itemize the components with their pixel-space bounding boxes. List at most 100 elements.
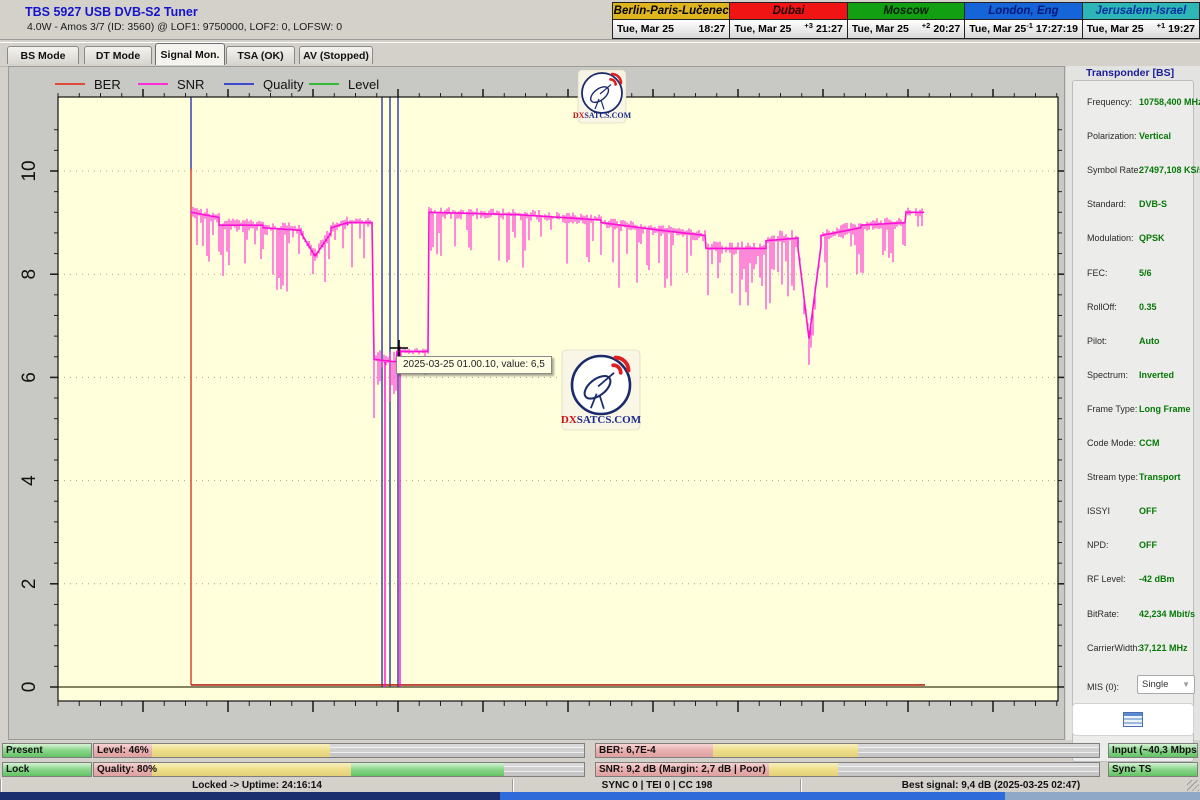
bar-segment-yellow xyxy=(152,744,330,757)
bar-segment-yellow xyxy=(152,763,351,776)
statusbar-cell: Best signal: 9,4 dB (2025-03-25 02:47) xyxy=(800,779,1181,792)
clock-time-row: Tue, Mar 25+220:27 xyxy=(848,20,964,38)
tab-dt-mode[interactable]: DT Mode xyxy=(84,46,152,64)
clock-city-label: Moscow xyxy=(848,3,964,20)
indicator-present: Present xyxy=(2,743,92,758)
clock-berlin-paris-lu-enec: Berlin-Paris-LučenecTue, Mar 2518:27 xyxy=(613,3,730,38)
transponder-field-label: NPD: xyxy=(1087,540,1109,550)
clock-date: Tue, Mar 25 xyxy=(1087,23,1157,35)
svg-text:8: 8 xyxy=(19,269,40,280)
transponder-field-label: Standard: xyxy=(1087,199,1126,209)
legend-item-snr: SNR xyxy=(138,75,204,93)
transponder-field-value: OFF xyxy=(1139,506,1157,516)
tab-signal-mon-[interactable]: Signal Mon. xyxy=(155,43,225,65)
transponder-field-value: CCM xyxy=(1139,438,1160,448)
mis-label: MIS (0): xyxy=(1087,682,1119,692)
transponder-field-label: RollOff: xyxy=(1087,302,1117,312)
window-title: TBS 5927 USB DVB-S2 Tuner xyxy=(25,5,198,19)
signal-monitor-chart-panel: 0246810DXSATCS.COMDXSATCS.COM BERSNRQual… xyxy=(8,66,1065,740)
bar-label: Lock xyxy=(6,763,29,776)
tab-tsa-ok-[interactable]: TSA (OK) xyxy=(226,46,295,64)
chart-tooltip: 2025-03-25 01.00.10, value: 6,5 xyxy=(396,356,552,374)
clock-time: 17:27:19 xyxy=(1036,23,1078,35)
transponder-field-value: 27497,108 KS/s xyxy=(1139,165,1200,175)
clock-city-label: Berlin-Paris-Lučenec xyxy=(613,3,729,20)
clock-city-label: London, Eng xyxy=(965,3,1081,20)
signal-chart: 0246810DXSATCS.COMDXSATCS.COM xyxy=(9,67,1064,739)
transponder-field-label: Pilot: xyxy=(1087,336,1107,346)
resize-grip-icon[interactable] xyxy=(1187,780,1199,791)
legend-line-swatch xyxy=(224,83,254,85)
mis-dropdown[interactable]: Single ▼ xyxy=(1137,675,1195,694)
taskbar-segment xyxy=(500,792,1005,800)
tuner-subtitle: 4.0W - Amos 3/7 (ID: 3560) @ LOF1: 97500… xyxy=(27,21,342,33)
tab-av-stopped-[interactable]: AV (Stopped) xyxy=(299,46,373,64)
status-bar: Locked -> Uptime: 24:16:14SYNC 0 | TEI 0… xyxy=(0,779,1200,792)
bar-label: SNR: 9,2 dB (Margin: 2,7 dB | Poor) xyxy=(599,763,766,776)
bar-segment-yellow xyxy=(713,744,858,757)
transponder-field-label: Code Mode: xyxy=(1087,438,1136,448)
legend-label: BER xyxy=(94,77,121,92)
clock-utc-offset: +2 xyxy=(922,21,931,30)
bar-segment-green xyxy=(351,763,503,776)
transponder-field-label: Symbol Rate: xyxy=(1087,165,1141,175)
transponder-groupbox: Transponder [BS] Frequency:10758,400 MHz… xyxy=(1072,80,1194,762)
legend-line-swatch xyxy=(55,83,85,85)
meter-bar: Level: 46% xyxy=(93,743,585,758)
transponder-field-label: CarrierWidth: xyxy=(1087,643,1140,653)
transponder-field-label: Polarization: xyxy=(1087,131,1137,141)
clock-time-row: Tue, Mar 25-117:27:19 xyxy=(965,20,1081,38)
clock-city-label: Jerusalem-Israel xyxy=(1083,3,1199,20)
bar-segment-gray xyxy=(330,744,584,757)
dxsatcs-watermark: DXSATCS.COM xyxy=(561,350,642,430)
meter-bar: SNR: 9,2 dB (Margin: 2,7 dB | Poor) xyxy=(595,762,1100,777)
indicator-lock: Lock xyxy=(2,762,92,777)
transponder-field-label: Modulation: xyxy=(1087,233,1134,243)
svg-text:6: 6 xyxy=(19,372,40,383)
mis-selected-value: Single xyxy=(1142,679,1168,690)
clock-date: Tue, Mar 25 xyxy=(969,23,1026,35)
indicator-bar: Sync TS xyxy=(1108,762,1198,777)
bar-segment-gray xyxy=(838,763,1099,776)
legend-item-ber: BER xyxy=(55,75,121,93)
transponder-field-label: Stream type: xyxy=(1087,472,1138,482)
transponder-field-value: 42,234 Mbit/s xyxy=(1139,609,1195,619)
transponder-field-value: Transport xyxy=(1139,472,1181,482)
transponder-field-value: Long Frame xyxy=(1139,404,1191,414)
clock-moscow: MoscowTue, Mar 25+220:27 xyxy=(848,3,965,38)
report-button[interactable] xyxy=(1072,703,1194,736)
statusbar-cell: SYNC 0 | TEI 0 | CC 198 xyxy=(512,779,801,792)
clock-utc-offset: -1 xyxy=(1026,21,1033,30)
report-icon xyxy=(1123,712,1143,727)
svg-text:DXSATCS.COM: DXSATCS.COM xyxy=(561,414,642,426)
transponder-field-label: RF Level: xyxy=(1087,574,1126,584)
transponder-field-value: DVB-S xyxy=(1139,199,1167,209)
legend-item-quality: Quality xyxy=(224,75,303,93)
transponder-title: Transponder [BS] xyxy=(1083,67,1177,79)
bar-label: Input (~40,3 Mbps) xyxy=(1112,744,1198,757)
transponder-field-value: 10758,400 MHz xyxy=(1139,97,1200,107)
taskbar-edge xyxy=(0,792,1200,800)
legend-label: Quality xyxy=(263,77,303,92)
bar-segment-gray xyxy=(858,744,1099,757)
transponder-field-value: -42 dBm xyxy=(1139,574,1175,584)
transponder-field-value: 5/6 xyxy=(1139,268,1152,278)
clock-utc-offset: +1 xyxy=(1157,21,1166,30)
clock-time: 18:27 xyxy=(699,23,726,35)
clock-dubai: DubaiTue, Mar 25+321:27 xyxy=(730,3,847,38)
chevron-down-icon: ▼ xyxy=(1182,680,1190,689)
clock-time-row: Tue, Mar 2518:27 xyxy=(613,20,729,38)
clock-time-row: Tue, Mar 25+321:27 xyxy=(730,20,846,38)
clock-date: Tue, Mar 25 xyxy=(852,23,922,35)
bar-label: BER: 6,7E-4 xyxy=(599,744,656,757)
taskbar-segment xyxy=(0,792,500,800)
clock-date: Tue, Mar 25 xyxy=(734,23,804,35)
clock-city-label: Dubai xyxy=(730,3,846,20)
legend-line-swatch xyxy=(309,83,339,85)
tab-bs-mode[interactable]: BS Mode xyxy=(7,46,79,64)
clock-time-row: Tue, Mar 25+119:27 xyxy=(1083,20,1199,38)
transponder-field-value: QPSK xyxy=(1139,233,1165,243)
legend-label: SNR xyxy=(177,77,204,92)
transponder-field-value: Vertical xyxy=(1139,131,1171,141)
transponder-field-value: Inverted xyxy=(1139,370,1174,380)
